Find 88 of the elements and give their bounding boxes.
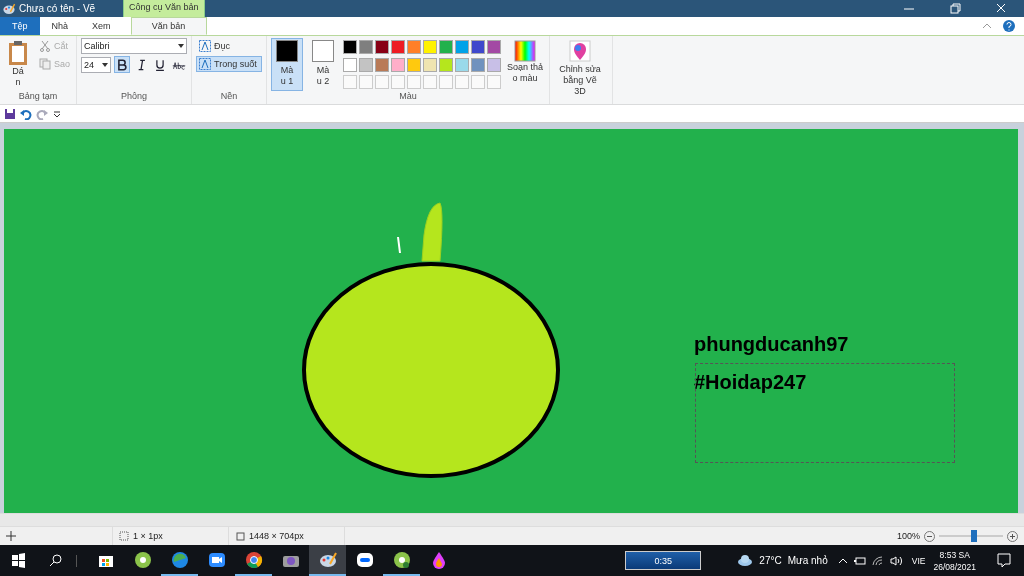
palette-swatch[interactable] xyxy=(487,40,501,54)
text-background-icon xyxy=(199,40,211,52)
empty-swatch[interactable] xyxy=(343,75,357,90)
palette-swatch[interactable] xyxy=(375,40,389,54)
cloud-icon xyxy=(737,554,754,567)
empty-swatch[interactable] xyxy=(375,75,389,90)
copy-icon xyxy=(39,58,51,70)
palette-swatch[interactable] xyxy=(359,57,373,72)
group-label: Nền xyxy=(219,91,239,103)
ribbon-tab[interactable]: Tệp xyxy=(0,17,40,35)
palette-swatch[interactable] xyxy=(343,40,357,54)
canvas-text: phungducanh97 xyxy=(694,332,849,356)
color-slot-button[interactable]: Màu 1 xyxy=(271,38,303,91)
weather-text: Mưa nhỏ xyxy=(787,555,828,566)
background-option[interactable]: Trong suốt xyxy=(196,56,262,72)
bold-button[interactable] xyxy=(114,56,130,73)
taskbar-app-icon[interactable] xyxy=(309,545,346,576)
canvas[interactable]: phungducanh97 #Hoidap247 xyxy=(4,129,1018,513)
horizontal-scrollbar[interactable] xyxy=(0,513,1024,526)
canvas-size: 1448 × 704px xyxy=(249,531,304,541)
canvas-text: #Hoidap247 xyxy=(694,370,807,394)
canvas-size-icon xyxy=(235,531,245,541)
language-indicator[interactable]: VIE xyxy=(911,555,926,566)
edit-colors-button[interactable]: Soạn thảo màu xyxy=(505,38,545,91)
palette-swatch[interactable] xyxy=(439,40,453,54)
empty-swatch[interactable] xyxy=(487,75,501,90)
paste-button[interactable]: Dán xyxy=(4,38,32,91)
palette-swatch[interactable] xyxy=(471,57,485,72)
text-selection-box[interactable] xyxy=(695,363,955,463)
palette-swatch[interactable] xyxy=(407,57,421,72)
palette-swatch[interactable] xyxy=(455,40,469,54)
save-icon[interactable] xyxy=(4,107,16,120)
color-spectrum-icon xyxy=(514,40,536,62)
help-icon[interactable] xyxy=(1002,19,1016,33)
font-size-field[interactable]: 24 xyxy=(81,56,111,73)
context-tab-label: Công cụ Văn bản xyxy=(123,0,205,17)
palette-swatch[interactable] xyxy=(375,57,389,72)
empty-swatch[interactable] xyxy=(471,75,485,90)
speaker-icon[interactable] xyxy=(889,555,902,566)
palette-swatch[interactable] xyxy=(487,57,501,72)
wifi-icon[interactable] xyxy=(871,555,884,566)
paint-3d-button[interactable]: Chỉnh sửa bằng Vẽ 3D xyxy=(554,38,606,104)
ribbon-tab[interactable]: Xem xyxy=(80,17,123,35)
color-slot-button[interactable]: Màu 2 xyxy=(307,38,339,91)
palette-swatch[interactable] xyxy=(439,57,453,72)
zoom-level: 100% xyxy=(896,531,920,541)
paint-icon xyxy=(2,2,16,16)
palette-swatch[interactable] xyxy=(423,57,437,72)
ribbon-tab[interactable]: Nhà xyxy=(39,17,81,35)
zoom-out-icon[interactable] xyxy=(924,530,935,542)
selection-size: 1 × 1px xyxy=(133,531,163,541)
battery-timer: 0:35 xyxy=(625,551,702,570)
empty-swatch[interactable] xyxy=(423,75,437,90)
dropdown-caret-icon xyxy=(102,62,108,67)
palette-swatch[interactable] xyxy=(359,40,373,54)
font-family-field[interactable]: Calibri xyxy=(81,38,187,54)
window-title: Chưa có tên - Vẽ xyxy=(19,3,97,14)
customize-caret-icon[interactable] xyxy=(52,108,62,119)
empty-swatch[interactable] xyxy=(359,75,373,90)
group-label: Bảng tạm xyxy=(17,91,59,103)
paint-3d-icon xyxy=(569,40,591,64)
palette-swatch[interactable] xyxy=(391,40,405,54)
empty-swatch[interactable] xyxy=(439,75,453,90)
palette-swatch[interactable] xyxy=(407,40,421,54)
background-option[interactable]: Đục xyxy=(196,38,262,54)
zoom-slider-thumb[interactable] xyxy=(971,530,978,542)
temperature: 27°C xyxy=(759,555,782,566)
scissors-icon xyxy=(39,40,51,52)
palette-swatch[interactable] xyxy=(455,57,469,72)
undo-icon[interactable] xyxy=(20,107,32,120)
ribbon-tab[interactable]: Văn bản xyxy=(130,17,207,35)
zoom-in-icon[interactable] xyxy=(1007,530,1018,542)
battery-icon[interactable] xyxy=(853,555,866,566)
clipboard-icon xyxy=(7,40,29,66)
group-label: Màu xyxy=(398,91,418,103)
palette-swatch[interactable] xyxy=(391,57,405,72)
empty-swatch[interactable] xyxy=(455,75,469,90)
dropdown-caret-icon xyxy=(178,44,184,48)
palette-swatch[interactable] xyxy=(471,40,485,54)
palette-swatch[interactable] xyxy=(343,57,357,72)
empty-swatch[interactable] xyxy=(407,75,421,90)
palette-swatch[interactable] xyxy=(423,40,437,54)
clock-time[interactable]: 8:53 SA xyxy=(939,548,970,561)
cursor-position-icon xyxy=(6,531,16,541)
empty-swatch[interactable] xyxy=(391,75,405,90)
selection-size-icon xyxy=(119,531,129,541)
group-label: Phông xyxy=(120,91,148,103)
clock-date[interactable]: 26/08/2021 xyxy=(933,560,976,573)
